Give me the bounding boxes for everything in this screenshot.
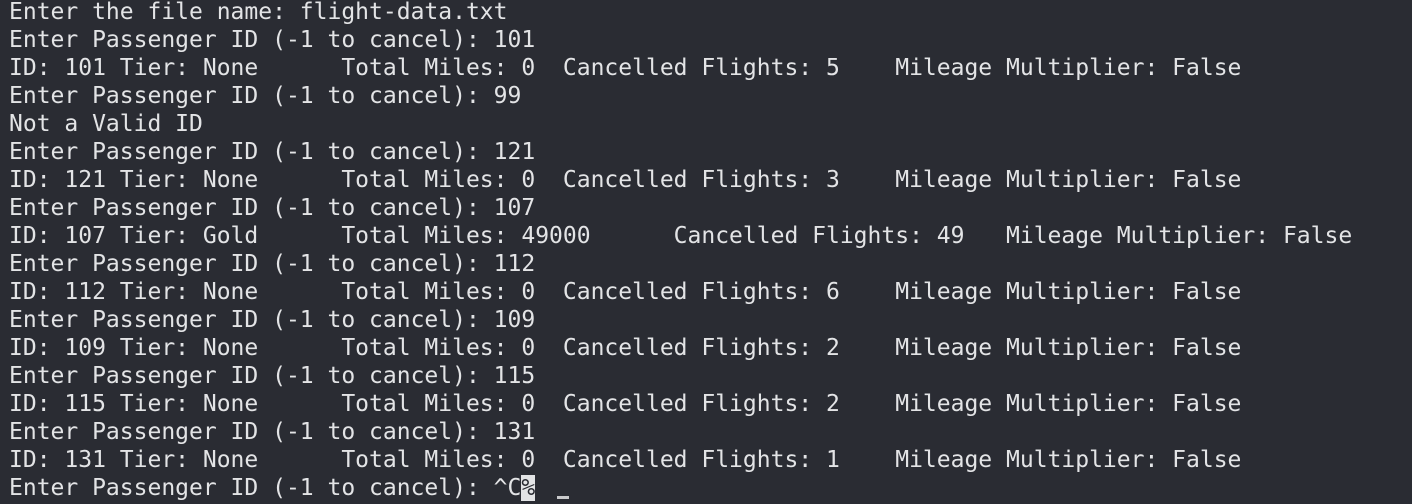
terminal-line: Enter Passenger ID (-1 to cancel): 131 (9, 419, 536, 445)
terminal-line: Enter Passenger ID (-1 to cancel): 101 (9, 27, 536, 53)
terminal-line: Enter the file name: flight-data.txt (9, 0, 508, 25)
terminal-line: Not a Valid ID (9, 111, 203, 137)
terminal-prompt-line[interactable]: Enter Passenger ID (-1 to cancel): ^C% (9, 474, 1412, 502)
terminal-line: ID: 107 Tier: Gold Total Miles: 49000 Ca… (9, 223, 1353, 249)
terminal-line: Enter Passenger ID (-1 to cancel): 121 (9, 139, 536, 165)
terminal-output: Enter the file name: flight-data.txt Ent… (9, 0, 1412, 474)
terminal-line: Enter Passenger ID (-1 to cancel): 99 (9, 83, 522, 109)
terminal-line: Enter Passenger ID (-1 to cancel): 107 (9, 195, 536, 221)
terminal-line: Enter Passenger ID (-1 to cancel): 112 (9, 251, 536, 277)
terminal-line: ID: 121 Tier: None Total Miles: 0 Cancel… (9, 167, 1242, 193)
terminal-cursor: % (521, 475, 536, 501)
terminal-line: Enter Passenger ID (-1 to cancel): 115 (9, 363, 536, 389)
terminal-line: Enter Passenger ID (-1 to cancel): 109 (9, 307, 536, 333)
terminal-line: ID: 109 Tier: None Total Miles: 0 Cancel… (9, 335, 1242, 361)
last-prompt-text: Enter Passenger ID (-1 to cancel): ^C (9, 475, 522, 501)
terminal-line: ID: 131 Tier: None Total Miles: 0 Cancel… (9, 447, 1242, 473)
terminal-line: ID: 115 Tier: None Total Miles: 0 Cancel… (9, 391, 1242, 417)
terminal-line: ID: 101 Tier: None Total Miles: 0 Cancel… (9, 55, 1242, 81)
terminal-line: ID: 112 Tier: None Total Miles: 0 Cancel… (9, 279, 1242, 305)
terminal-window[interactable]: Enter the file name: flight-data.txt Ent… (0, 0, 1412, 502)
underscore-cursor-icon (557, 496, 570, 499)
